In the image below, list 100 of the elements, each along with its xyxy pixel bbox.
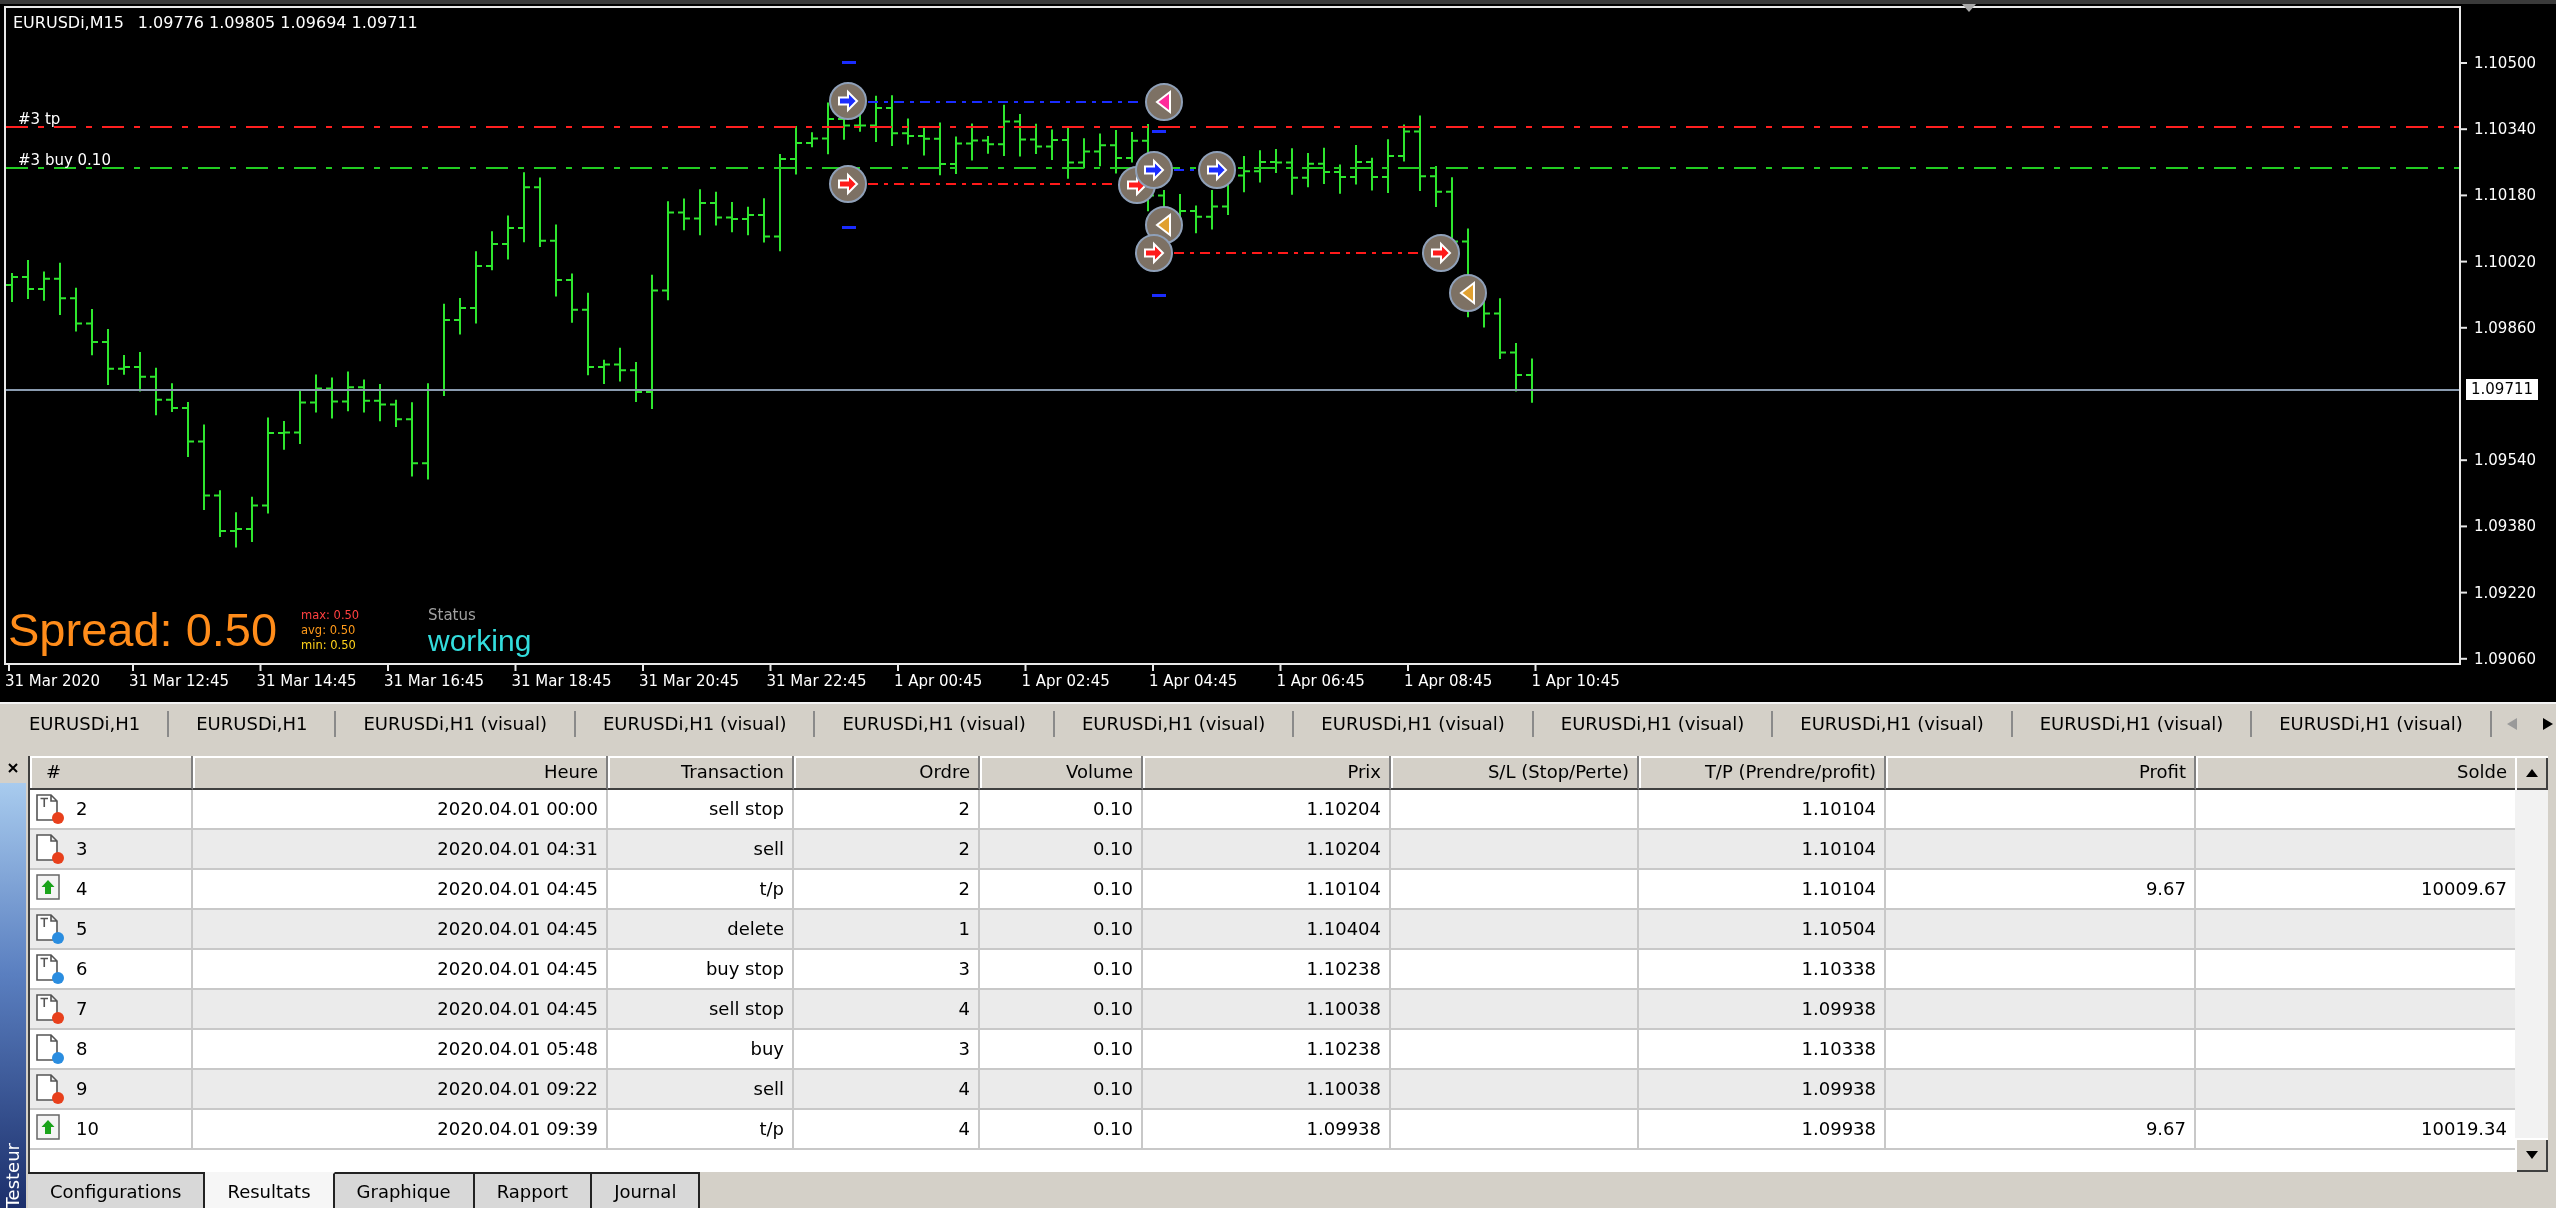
time-label: 31 Mar 18:45	[511, 671, 612, 691]
lettered-document-icon	[36, 994, 60, 1022]
price-label: 1.09060	[2474, 648, 2537, 669]
lettered-document-icon	[36, 954, 60, 982]
spread-stat: avg: 0.50	[301, 623, 357, 638]
triangle-disc-icon	[1145, 83, 1183, 121]
chart-tab[interactable]: EURUSDi,H1 (visual)	[1294, 711, 1534, 737]
price-label: 1.10180	[2474, 185, 2537, 206]
column-header[interactable]: Solde	[2196, 756, 2517, 790]
price-label: 1.09380	[2474, 516, 2537, 537]
time-label: 1 Apr 10:45	[1531, 671, 1620, 691]
chart-tab[interactable]: EURUSDi,H1 (visual)	[2012, 711, 2253, 737]
price-label: 1.09540	[2474, 450, 2537, 471]
row-number: 7	[76, 997, 88, 1021]
price-label: 1.10020	[2474, 251, 2537, 272]
panel-title[interactable]: Testeur	[1, 1142, 25, 1208]
table-row[interactable]: 6 2020.04.01 04:45 buy stop 3 0.10 1.10238 1.10338	[30, 950, 2515, 990]
scroll-down-button[interactable]	[2515, 1138, 2548, 1172]
order-line	[1174, 169, 1197, 171]
row-number: 2	[76, 797, 88, 821]
table-row[interactable]: 8 2020.04.01 05:48 buy 3 0.10 1.10238 1.10338	[30, 1030, 2515, 1070]
chart-tab[interactable]: EURUSDi,H1 (visual)	[2252, 711, 2492, 737]
table-row[interactable]: 7 2020.04.01 04:45 sell stop 4 0.10 1.10038 1.09938	[30, 990, 2515, 1030]
document-icon	[36, 1034, 60, 1062]
price-label: 1.09860	[2474, 317, 2537, 338]
row-number: 9	[76, 1077, 88, 1101]
level-label: #3 buy 0.10	[18, 150, 111, 170]
arrow-disc-icon	[1422, 234, 1460, 272]
time-label: 1 Apr 06:45	[1276, 671, 1365, 691]
column-header[interactable]: Ordre	[794, 756, 980, 790]
row-number: 10	[76, 1117, 99, 1141]
column-header[interactable]: T/P (Prendre/profit)	[1639, 756, 1886, 790]
spread-value: Spread: 0.50	[8, 604, 278, 656]
arrow-disc-icon	[829, 165, 867, 203]
chart-tab[interactable]: EURUSDi,H1 (visual)	[1054, 711, 1295, 737]
row-number: 4	[76, 877, 88, 901]
short-dash-mark	[1152, 294, 1166, 297]
ohlc-values: 1.09776 1.09805 1.09694 1.09711	[137, 13, 418, 33]
row-number: 3	[76, 837, 88, 861]
panel-tab[interactable]: Graphique	[334, 1172, 475, 1208]
arrow-disc-icon	[829, 82, 867, 120]
column-header[interactable]: Heure	[193, 756, 608, 790]
chart-symbol: EURUSDi,M15	[13, 13, 124, 33]
time-label: 31 Mar 22:45	[766, 671, 867, 691]
price-label: 1.09220	[2474, 582, 2537, 603]
level-label: #3 tp	[18, 109, 61, 129]
arrow-disc-icon	[1198, 151, 1236, 189]
chart-tab[interactable]: EURUSDi,H1	[169, 711, 337, 737]
column-header[interactable]: #	[30, 756, 193, 790]
spread-stat: max: 0.50	[301, 608, 360, 623]
arrow-disc-icon	[1135, 234, 1173, 272]
time-label: 1 Apr 00:45	[894, 671, 983, 691]
time-label: 1 Apr 02:45	[1021, 671, 1110, 691]
right-triangle-icon[interactable]	[2541, 717, 2554, 731]
chart-tab[interactable]: EURUSDi,H1 (visual)	[1533, 711, 1774, 737]
chart-tab[interactable]: EURUSDi,H1 (visual)	[1773, 711, 2013, 737]
table-row[interactable]: 10 2020.04.01 09:39 t/p 4 0.10 1.09938 1.09938 9.67 10019.34	[30, 1110, 2515, 1150]
time-label: 31 Mar 20:45	[639, 671, 740, 691]
row-number: 6	[76, 957, 88, 981]
up-triangle-icon	[2525, 769, 2538, 777]
status-value: working	[428, 624, 532, 658]
panel-tab[interactable]: Rapport	[474, 1172, 593, 1208]
time-label: 31 Mar 2020	[5, 671, 101, 691]
chart-tab[interactable]: EURUSDi,H1 (visual)	[575, 711, 816, 737]
time-label: 31 Mar 16:45	[384, 671, 485, 691]
lettered-document-icon	[36, 914, 60, 942]
short-dash-mark	[842, 226, 856, 229]
scroll-up-button[interactable]	[2515, 756, 2548, 790]
time-label: 31 Mar 12:45	[129, 671, 230, 691]
triangle-disc-icon	[1449, 274, 1487, 312]
column-header[interactable]: Profit	[1886, 756, 2196, 790]
document-icon	[36, 1074, 60, 1102]
chart-tab[interactable]: EURUSDi,H1 (visual)	[815, 711, 1055, 737]
close-icon[interactable]	[8, 763, 18, 773]
panel-tab[interactable]: Journal	[592, 1172, 701, 1208]
lettered-document-icon	[36, 794, 60, 822]
down-triangle-icon	[1962, 4, 1976, 12]
table-row[interactable]: 4 2020.04.01 04:45 t/p 2 0.10 1.10104 1.10104 9.67 10009.67	[30, 870, 2515, 910]
short-dash-mark	[1152, 130, 1166, 133]
up-arrow-box-icon	[36, 874, 60, 900]
column-header[interactable]: Transaction	[608, 756, 794, 790]
chart-tab[interactable]: EURUSDi,H1 (visual)	[336, 711, 576, 737]
table-row[interactable]: 9 2020.04.01 09:22 sell 4 0.10 1.10038 1.09938	[30, 1070, 2515, 1110]
panel-tab[interactable]: Configurations	[28, 1172, 206, 1208]
time-label: 1 Apr 04:45	[1149, 671, 1238, 691]
status-label: Status	[428, 606, 476, 624]
time-label: 1 Apr 08:45	[1404, 671, 1493, 691]
table-row[interactable]: 3 2020.04.01 04:31 sell 2 0.10 1.10204 1.10104	[30, 830, 2515, 870]
table-row[interactable]: 5 2020.04.01 04:45 delete 1 0.10 1.10404 1.10504	[30, 910, 2515, 950]
spread-stat: min: 0.50	[301, 638, 357, 653]
price-label: 1.10500	[2474, 53, 2537, 73]
chart-tab[interactable]: EURUSDi,H1	[2, 711, 170, 737]
column-header[interactable]: S/L (Stop/Perte)	[1391, 756, 1639, 790]
column-header[interactable]: Prix	[1143, 756, 1391, 790]
document-icon	[36, 834, 60, 862]
table-row[interactable]: 2 2020.04.01 00:00 sell stop 2 0.10 1.10204 1.10104	[30, 790, 2515, 830]
column-header[interactable]: Volume	[980, 756, 1143, 790]
arrow-disc-icon	[1135, 151, 1173, 189]
panel-tab[interactable]: Resultats	[205, 1172, 335, 1208]
down-triangle-icon	[2525, 1151, 2538, 1159]
